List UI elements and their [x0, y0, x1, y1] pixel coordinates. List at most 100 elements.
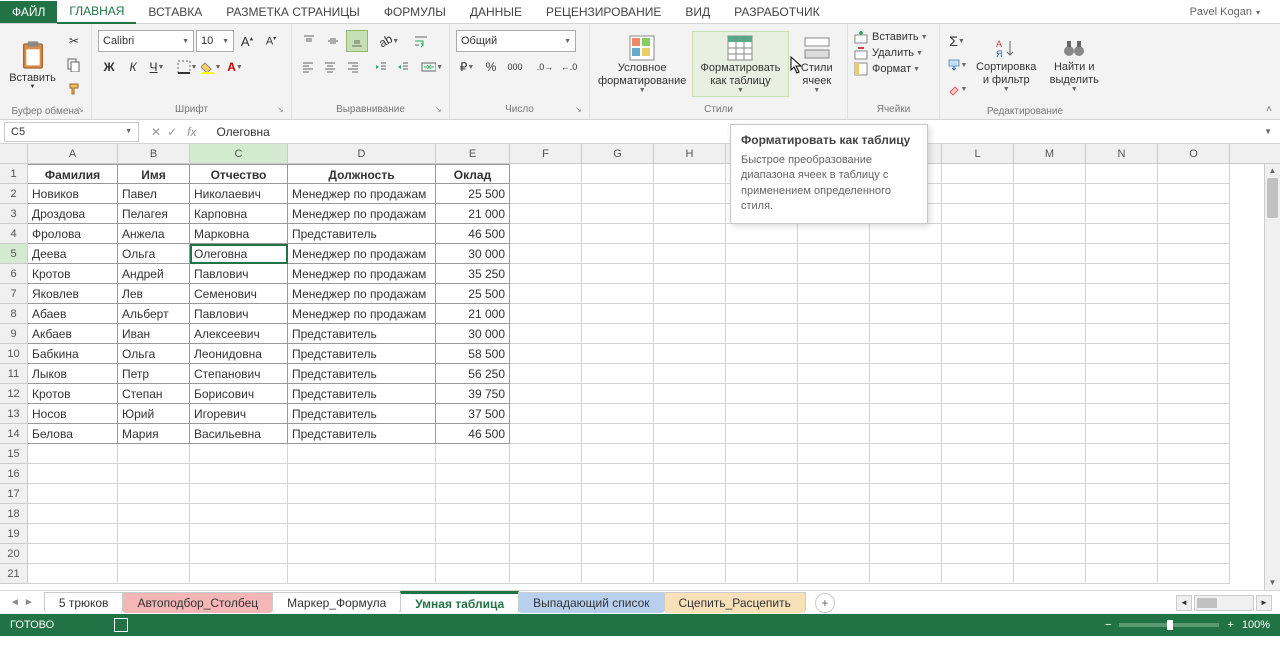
cell[interactable]	[582, 384, 654, 404]
vertical-scrollbar[interactable]: ▲ ▼	[1264, 164, 1280, 590]
cell[interactable]	[118, 504, 190, 524]
cell[interactable]	[726, 264, 798, 284]
cell[interactable]	[726, 544, 798, 564]
cell[interactable]	[582, 324, 654, 344]
cell[interactable]	[582, 404, 654, 424]
cell[interactable]	[582, 224, 654, 244]
underline-button[interactable]: Ч▼	[146, 56, 168, 78]
cell[interactable]	[510, 244, 582, 264]
cell[interactable]	[798, 424, 870, 444]
cell[interactable]: Абаев	[28, 304, 118, 324]
cell[interactable]	[1158, 364, 1230, 384]
cell[interactable]	[510, 544, 582, 564]
cell[interactable]	[1014, 524, 1086, 544]
tab-file[interactable]: ФАЙЛ	[0, 1, 57, 23]
cell[interactable]: Алексеевич	[190, 324, 288, 344]
cell[interactable]	[1158, 444, 1230, 464]
decrease-indent-button[interactable]	[371, 56, 391, 78]
tab-data[interactable]: ДАННЫЕ	[458, 1, 534, 23]
align-right-button[interactable]	[343, 56, 363, 78]
decrease-decimal-button[interactable]: ←.0	[558, 56, 580, 78]
cell[interactable]	[510, 564, 582, 584]
cell[interactable]	[510, 284, 582, 304]
cell[interactable]	[510, 184, 582, 204]
cell[interactable]	[870, 384, 942, 404]
row-header[interactable]: 13	[0, 404, 28, 424]
cell[interactable]: Карповна	[190, 204, 288, 224]
cell[interactable]	[510, 384, 582, 404]
cell[interactable]	[436, 504, 510, 524]
cell[interactable]: Олеговна	[190, 244, 288, 264]
cell[interactable]	[190, 444, 288, 464]
cell[interactable]: 46 500	[436, 424, 510, 444]
cell[interactable]	[288, 564, 436, 584]
cell[interactable]	[1086, 564, 1158, 584]
format-cells-button[interactable]: Формат▼	[854, 62, 933, 76]
cell[interactable]	[798, 504, 870, 524]
cell[interactable]	[510, 444, 582, 464]
cell[interactable]	[942, 244, 1014, 264]
cell[interactable]: Павлович	[190, 264, 288, 284]
cell[interactable]	[942, 464, 1014, 484]
cell[interactable]	[1158, 404, 1230, 424]
cell[interactable]	[726, 284, 798, 304]
cell[interactable]	[654, 304, 726, 324]
cell[interactable]: Яковлев	[28, 284, 118, 304]
cell[interactable]	[190, 504, 288, 524]
sort-filter-button[interactable]: АЯ Сортировка и фильтр▼	[972, 35, 1040, 94]
conditional-formatting-button[interactable]: Условное форматирование▼	[596, 32, 688, 95]
cell[interactable]	[436, 484, 510, 504]
cell[interactable]	[1086, 504, 1158, 524]
cell[interactable]	[654, 404, 726, 424]
cell[interactable]	[798, 524, 870, 544]
cell[interactable]	[190, 464, 288, 484]
cell[interactable]	[726, 484, 798, 504]
cell[interactable]: Марковна	[190, 224, 288, 244]
sheet-tab-2[interactable]: Автоподбор_Столбец	[122, 592, 273, 613]
cell[interactable]	[582, 164, 654, 184]
font-color-button[interactable]: A▼	[224, 56, 246, 78]
cell[interactable]	[870, 224, 942, 244]
row-header[interactable]: 6	[0, 264, 28, 284]
cell[interactable]	[654, 564, 726, 584]
cell[interactable]	[654, 504, 726, 524]
cell[interactable]	[654, 164, 726, 184]
column-header[interactable]: B	[118, 144, 190, 163]
formula-cancel-button[interactable]: ✕	[151, 125, 161, 139]
cell[interactable]	[870, 484, 942, 504]
cell[interactable]	[654, 324, 726, 344]
cell[interactable]	[798, 264, 870, 284]
cell[interactable]: Павлович	[190, 304, 288, 324]
tab-view[interactable]: ВИД	[673, 1, 722, 23]
cell[interactable]: Фролова	[28, 224, 118, 244]
cell[interactable]	[1158, 504, 1230, 524]
cell[interactable]: Фамилия	[28, 164, 118, 184]
cell[interactable]	[510, 424, 582, 444]
cell[interactable]	[654, 284, 726, 304]
cell[interactable]	[1014, 224, 1086, 244]
cell[interactable]	[1014, 444, 1086, 464]
align-left-button[interactable]	[298, 56, 318, 78]
hscroll-right-button[interactable]: ►	[1256, 595, 1272, 611]
cell[interactable]	[654, 424, 726, 444]
fx-button[interactable]: fx	[183, 125, 200, 139]
cell[interactable]	[190, 564, 288, 584]
cell[interactable]	[798, 484, 870, 504]
cell[interactable]	[654, 384, 726, 404]
find-select-button[interactable]: Найти и выделить▼	[1044, 35, 1104, 94]
cell[interactable]	[510, 364, 582, 384]
cell[interactable]: Васильевна	[190, 424, 288, 444]
cell[interactable]	[870, 324, 942, 344]
row-header[interactable]: 15	[0, 444, 28, 464]
cell[interactable]	[1014, 264, 1086, 284]
cell[interactable]	[1086, 264, 1158, 284]
cell[interactable]	[1014, 404, 1086, 424]
cell[interactable]	[726, 224, 798, 244]
cell[interactable]: 58 500	[436, 344, 510, 364]
cell[interactable]: Менеджер по продажам	[288, 244, 436, 264]
sheet-tab-1[interactable]: 5 трюков	[44, 592, 124, 613]
hscroll-track[interactable]	[1194, 595, 1254, 611]
cell[interactable]	[1014, 304, 1086, 324]
cell[interactable]: 25 500	[436, 284, 510, 304]
font-dialog-launcher[interactable]: ↘	[277, 105, 289, 117]
